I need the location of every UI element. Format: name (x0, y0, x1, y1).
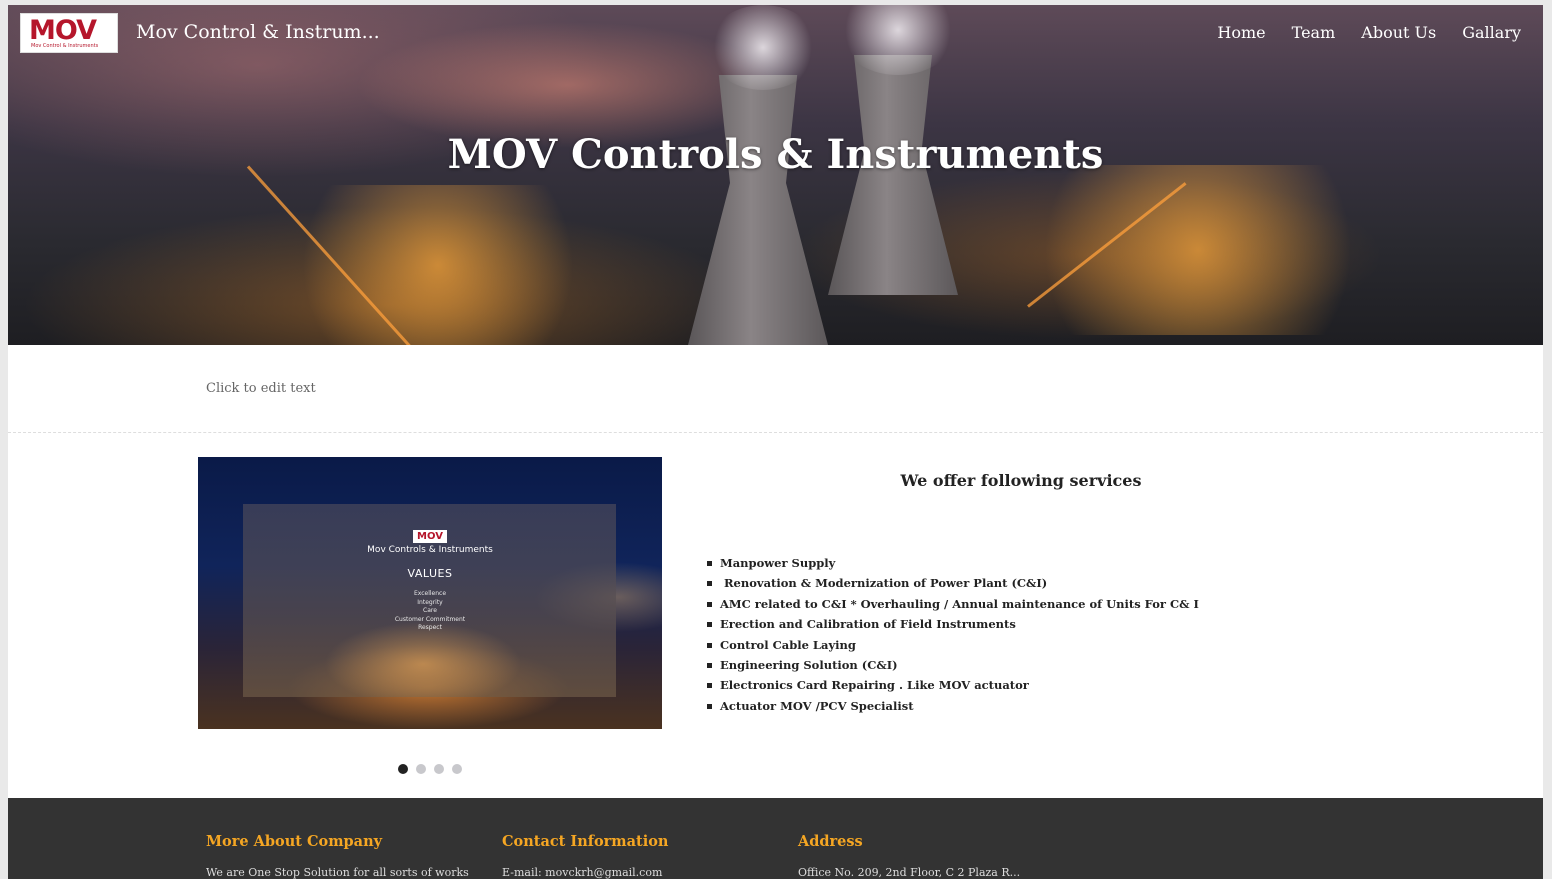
slide-logo-text: MOV (413, 530, 447, 543)
service-item: Renovation & Modernization of Power Plan… (707, 573, 1199, 593)
editable-text-block[interactable]: Click to edit text (206, 381, 316, 396)
slide-value-item: Care (423, 607, 437, 614)
site-name[interactable]: Mov Control & Instrum... (136, 21, 380, 43)
footer-company-column: More About Company We are One Stop Solut… (206, 798, 469, 879)
service-item: Control Cable Laying (707, 635, 1199, 655)
slide-value-item: Respect (418, 624, 442, 631)
slider-dot-2[interactable] (416, 764, 426, 774)
nav-home[interactable]: Home (1217, 23, 1265, 42)
steam-cloud (708, 5, 818, 90)
services-title: We offer following services (900, 471, 1142, 490)
nav-team[interactable]: Team (1292, 23, 1336, 42)
footer-contact-column: Contact Information E-mail: movckrh@gmai… (502, 798, 668, 879)
nav-gallary[interactable]: Gallary (1462, 23, 1521, 42)
slide-value-item: Customer Commitment (394, 615, 466, 623)
footer-email-link[interactable]: E-mail: movckrh@gmail.com (502, 866, 668, 879)
service-item: Engineering Solution (C&I) (707, 655, 1199, 675)
logo-mark: MOV (29, 15, 97, 46)
footer-address-column: Address Office No. 209, 2nd Floor, C 2 P… (798, 798, 1020, 879)
service-item: Actuator MOV /PCV Specialist (707, 696, 1199, 716)
city-lights (958, 165, 1438, 335)
footer-address-text: Office No. 209, 2nd Floor, C 2 Plaza R..… (798, 866, 1021, 879)
section-divider (8, 432, 1543, 433)
footer-heading-address: Address (798, 833, 863, 850)
slider-dot-3[interactable] (434, 764, 444, 774)
service-item: AMC related to C&I * Overhauling / Annua… (707, 594, 1199, 614)
service-item: Erection and Calibration of Field Instru… (707, 614, 1199, 634)
city-lights (228, 185, 648, 345)
slide-value-item: Excellence (413, 590, 447, 597)
footer-company-text: We are One Stop Solution for all sorts o… (206, 866, 469, 879)
site-footer: More About Company We are One Stop Solut… (8, 798, 1543, 879)
image-slider[interactable]: MOV Mov Controls & Instruments VALUES Ex… (198, 457, 662, 729)
hero-banner: MOV Mov Control & Instruments Mov Contro… (8, 5, 1543, 345)
nav-about-us[interactable]: About Us (1361, 23, 1436, 42)
service-item: Electronics Card Repairing . Like MOV ac… (707, 675, 1199, 695)
services-list: Manpower Supply Renovation & Modernizati… (707, 553, 1199, 716)
slide-logo: MOV (198, 524, 662, 543)
slider-dot-4[interactable] (452, 764, 462, 774)
hero-title: MOV Controls & Instruments (447, 131, 1104, 178)
slide-heading: VALUES (407, 567, 453, 580)
main-nav: Home Team About Us Gallary (1217, 23, 1521, 42)
service-item: Manpower Supply (707, 553, 1199, 573)
slide-value-item: Integrity (417, 598, 443, 606)
footer-heading-contact: Contact Information (502, 833, 669, 850)
page: MOV Mov Control & Instruments Mov Contro… (8, 5, 1543, 879)
logo-subtext: Mov Control & Instruments (31, 43, 99, 49)
slide-company-name: Mov Controls & Instruments (367, 545, 493, 555)
slider-pagination (398, 764, 462, 774)
slider-dot-1[interactable] (398, 764, 408, 774)
slide-values-list: Excellence Integrity Care Customer Commi… (198, 590, 662, 633)
cooling-tower (688, 75, 828, 345)
site-logo[interactable]: MOV Mov Control & Instruments (20, 13, 118, 53)
footer-heading-company: More About Company (206, 833, 383, 850)
